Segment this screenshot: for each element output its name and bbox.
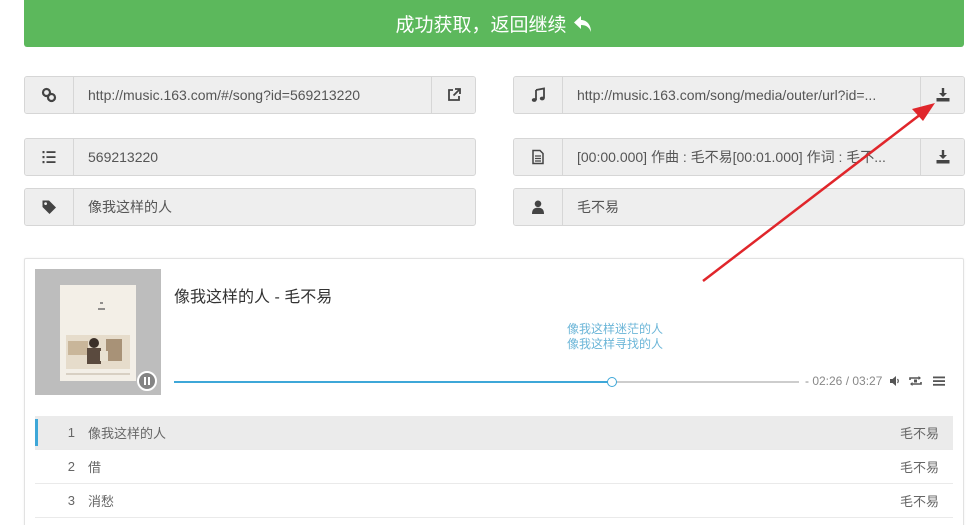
media-url-input[interactable]: http://music.163.com/song/media/outer/ur… [563, 77, 920, 113]
progress-handle[interactable] [606, 377, 617, 387]
progress-fill [174, 381, 612, 383]
artist-input[interactable]: 毛不易 [563, 189, 964, 225]
time-display: - 02:26 / 03:27 [805, 374, 883, 388]
track-number: 2 [67, 459, 75, 474]
music-note-icon [531, 87, 545, 102]
lyric-input[interactable]: [00:00.000] 作曲 : 毛不易[00:01.000] 作词 : 毛不.… [563, 139, 920, 175]
open-url-button[interactable] [431, 77, 475, 113]
progress-bar[interactable] [174, 372, 799, 388]
pause-icon [144, 377, 146, 385]
song-name-input[interactable]: 像我这样的人 [74, 189, 475, 225]
volume-button[interactable] [889, 375, 901, 387]
track-artist: 毛不易 [899, 460, 939, 475]
loop-icon [909, 376, 922, 386]
lyric-line-current: 像我这样迷茫的人 [566, 322, 663, 336]
now-playing-title: 像我这样的人 - 毛不易 [174, 289, 333, 306]
artist-field: 毛不易 [513, 188, 965, 226]
list-numbered-icon [42, 151, 56, 164]
track-number: 1 [67, 425, 75, 440]
download-media-button[interactable] [920, 77, 964, 113]
reply-arrow-icon [573, 15, 591, 32]
user-icon [532, 200, 544, 214]
pause-button[interactable] [137, 371, 157, 391]
track-artist: 毛不易 [899, 494, 939, 509]
playlist-item[interactable]: 1 像我这样的人 毛不易 [35, 416, 953, 450]
file-text-icon [532, 149, 544, 165]
playlist-toggle-button[interactable] [933, 375, 945, 387]
download-icon [936, 150, 949, 164]
lyric-line-next: 像我这样寻找的人 [566, 337, 663, 351]
download-lyric-button[interactable] [920, 139, 964, 175]
song-id-input[interactable]: 569213220 [74, 139, 475, 175]
music-player: 像我这样的人 - 毛不易 像我这样迷茫的人 像我这样寻找的人 - 02:26 /… [24, 258, 964, 525]
track-name: 像我这样的人 [88, 426, 167, 441]
media-url-field: http://music.163.com/song/media/outer/ur… [513, 76, 965, 114]
playlist-item[interactable]: 2 借 毛不易 [35, 450, 953, 484]
file-addon [514, 139, 563, 175]
song-url-input[interactable]: http://music.163.com/#/song?id=569213220 [74, 77, 431, 113]
menu-icon [933, 376, 945, 386]
song-id-field: 569213220 [24, 138, 476, 176]
album-cover [35, 269, 161, 395]
album-art [60, 285, 136, 381]
tag-addon [25, 189, 74, 225]
link-addon [25, 77, 74, 113]
music-addon [514, 77, 563, 113]
track-name: 借 [88, 460, 102, 475]
user-addon [514, 189, 563, 225]
track-name: 消愁 [88, 494, 115, 509]
loop-mode-button[interactable] [908, 375, 923, 387]
tag-icon [42, 200, 56, 214]
download-icon [936, 88, 949, 102]
song-name-field: 像我这样的人 [24, 188, 476, 226]
playlist: 1 像我这样的人 毛不易 2 借 毛不易 3 消愁 毛不易 [35, 416, 953, 518]
link-icon [41, 87, 57, 103]
external-link-icon [447, 88, 461, 101]
banner-text: 成功获取，返回继续 [395, 15, 567, 36]
lyric-field: [00:00.000] 作曲 : 毛不易[00:01.000] 作词 : 毛不.… [513, 138, 965, 176]
song-url-field: http://music.163.com/#/song?id=569213220 [24, 76, 476, 114]
list-addon [25, 139, 74, 175]
success-return-banner[interactable]: 成功获取，返回继续 [24, 0, 964, 47]
track-number: 3 [67, 493, 75, 508]
lyrics-display: 像我这样迷茫的人 像我这样寻找的人 [445, 322, 785, 352]
volume-icon [890, 376, 899, 386]
playlist-item[interactable]: 3 消愁 毛不易 [35, 484, 953, 518]
track-artist: 毛不易 [899, 426, 939, 441]
